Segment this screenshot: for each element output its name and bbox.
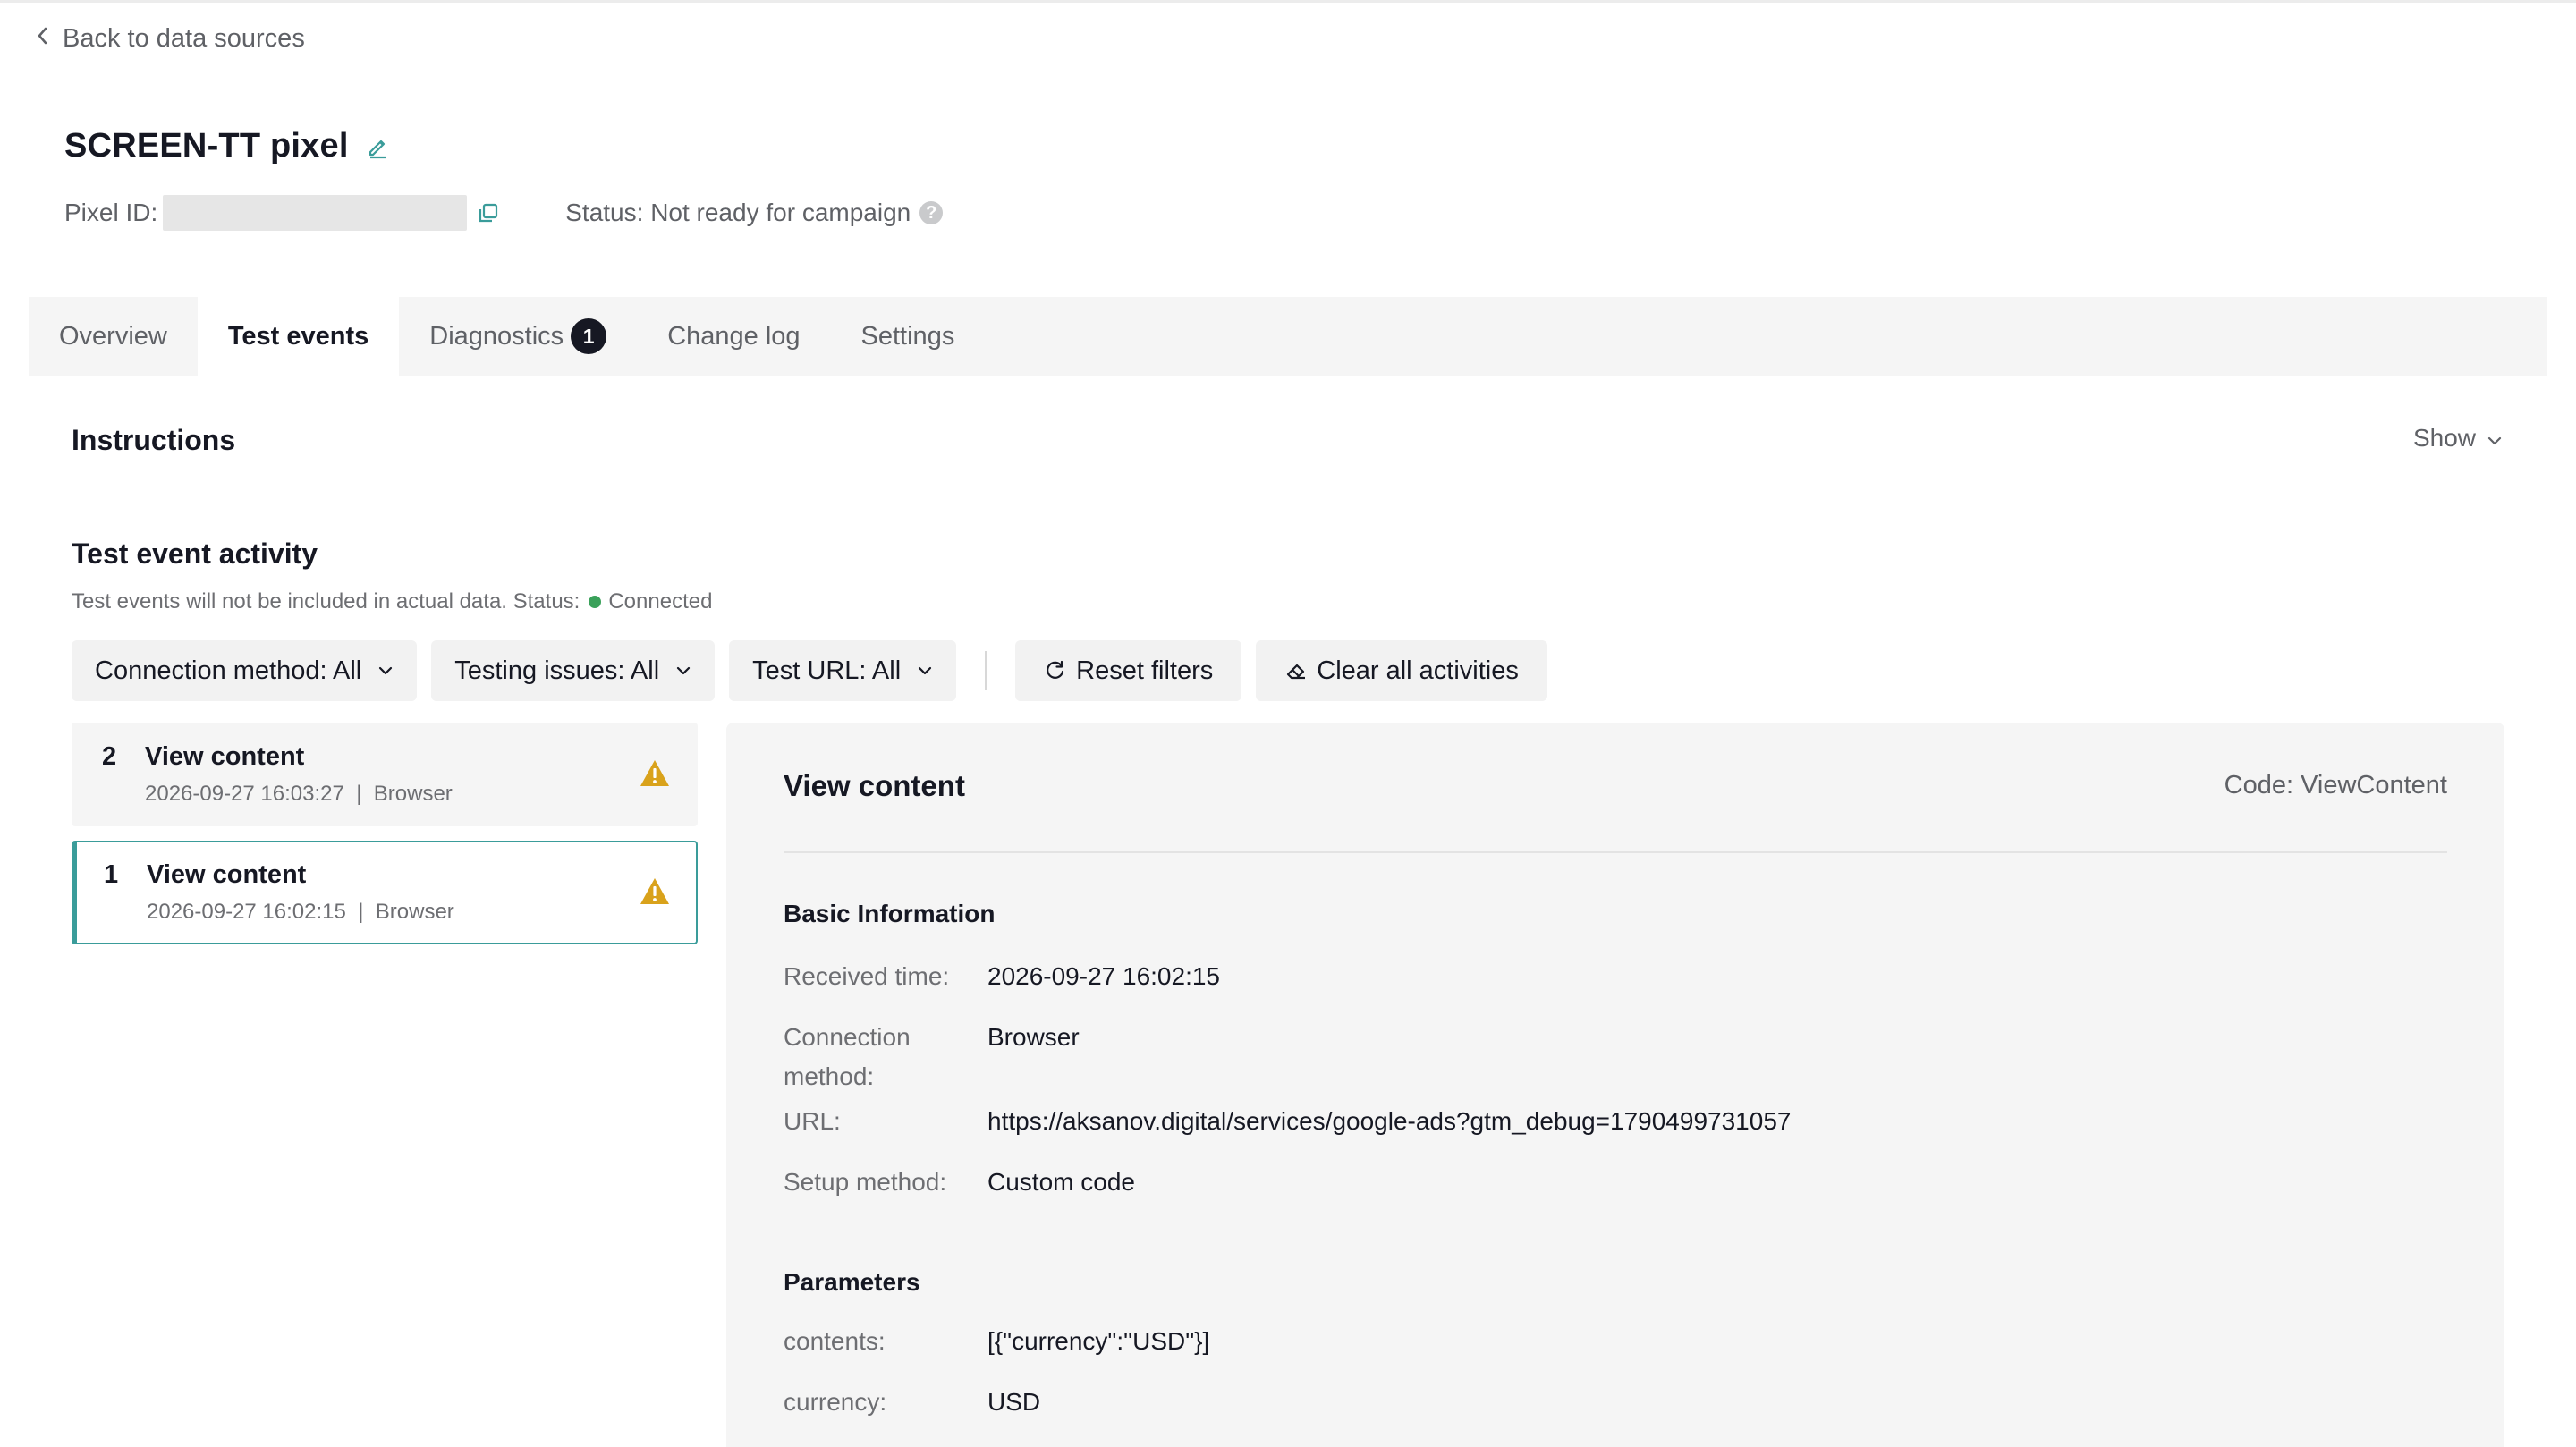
connected-status-dot <box>589 596 602 608</box>
reset-filters-button[interactable]: Reset filters <box>1015 640 1242 701</box>
refresh-icon <box>1046 660 1064 679</box>
clear-all-activities-label: Clear all activities <box>1317 656 1519 685</box>
connection-method-label: Connection method: <box>784 1023 911 1090</box>
event-list-item-selected[interactable]: 1 View content 2026-09-27 16:02:15 | Bro… <box>72 841 698 944</box>
back-link-label: Back to data sources <box>63 24 305 53</box>
filter-label: Connection method: All <box>95 656 362 685</box>
tab-test-events[interactable]: Test events <box>197 297 400 376</box>
chevron-down-icon <box>919 666 932 675</box>
tab-diagnostics[interactable]: Diagnostics 1 <box>399 297 637 376</box>
event-number: 1 <box>104 860 119 889</box>
url-value[interactable]: https://aksanov.digital/services/google-… <box>987 1102 1791 1141</box>
basic-information-heading: Basic Information <box>784 900 996 927</box>
event-list-item[interactable]: 2 View content 2026-09-27 16:03:27 | Bro… <box>72 723 698 826</box>
event-number: 2 <box>102 742 117 771</box>
parameters-heading: Parameters <box>784 1268 920 1296</box>
event-detail-panel: View content Code: ViewContent Basic Inf… <box>726 723 2504 1447</box>
event-code: Code: ViewContent <box>2224 771 2447 800</box>
page-title: SCREEN-TT pixel <box>64 127 349 165</box>
test-url-filter[interactable]: Test URL: All <box>729 640 957 701</box>
event-detail-title: View content <box>784 769 965 802</box>
setup-method-label: Setup method: <box>784 1168 947 1196</box>
received-time-label: Received time: <box>784 962 950 990</box>
pixel-id-redacted <box>163 195 468 231</box>
chevron-left-icon <box>36 24 50 54</box>
page-header: SCREEN-TT pixel <box>64 127 390 165</box>
eraser-icon <box>1287 664 1306 680</box>
pixel-status-text: Status: Not ready for campaign <box>565 199 911 226</box>
testing-issues-filter[interactable]: Testing issues: All <box>431 640 716 701</box>
connection-method-filter[interactable]: Connection method: All <box>72 640 418 701</box>
instructions-heading: Instructions <box>72 424 236 456</box>
tabs-bar: Overview Test events Diagnostics 1 Chang… <box>29 297 2547 376</box>
currency-value: USD <box>987 1388 1041 1416</box>
pixel-id-label: Pixel ID: <box>64 199 158 226</box>
test-event-activity-subtitle: Test events will not be included in actu… <box>72 589 712 614</box>
filter-bar: Connection method: All Testing issues: A… <box>72 640 1547 701</box>
instructions-show-toggle[interactable]: Show <box>2413 424 2503 453</box>
filter-label: Test URL: All <box>752 656 902 685</box>
help-question-icon[interactable]: ? <box>919 201 944 224</box>
back-to-data-sources-link[interactable]: Back to data sources <box>36 24 305 54</box>
chevron-down-icon <box>2487 424 2503 453</box>
warning-icon[interactable] <box>639 876 671 907</box>
tab-overview[interactable]: Overview <box>29 297 198 376</box>
filter-label: Testing issues: All <box>454 656 660 685</box>
detail-divider <box>784 851 2447 853</box>
diagnostics-count-badge: 1 <box>571 318 607 354</box>
reset-filters-label: Reset filters <box>1076 656 1214 685</box>
pixel-meta-row: Pixel ID: Status: Not ready for campaign… <box>64 195 944 231</box>
clear-all-activities-button[interactable]: Clear all activities <box>1256 640 1547 701</box>
setup-method-value: Custom code <box>987 1168 1135 1196</box>
contents-label: contents: <box>784 1327 886 1355</box>
contents-value: [{"currency":"USD"}] <box>987 1327 1210 1355</box>
copy-icon[interactable] <box>476 200 501 225</box>
warning-icon[interactable] <box>639 758 671 789</box>
tab-change-log[interactable]: Change log <box>637 297 830 376</box>
test-event-activity-heading: Test event activity <box>72 537 318 570</box>
chevron-down-icon <box>379 666 393 675</box>
url-label: URL: <box>784 1107 841 1135</box>
edit-pencil-icon[interactable] <box>365 134 390 159</box>
connection-status-text: Connected <box>608 589 713 613</box>
tab-settings[interactable]: Settings <box>831 297 986 376</box>
event-list: 2 View content 2026-09-27 16:03:27 | Bro… <box>72 723 698 959</box>
event-name: View content <box>145 742 305 771</box>
connection-method-value: Browser <box>987 1023 1080 1051</box>
event-meta: 2026-09-27 16:02:15 | Browser <box>147 900 454 924</box>
filter-divider <box>985 651 987 690</box>
top-divider <box>0 0 2576 3</box>
tab-label: Change log <box>667 321 801 351</box>
show-toggle-label: Show <box>2412 424 2476 452</box>
tab-label: Overview <box>59 321 167 351</box>
activity-subtitle-text: Test events will not be included in actu… <box>72 589 580 613</box>
tab-label: Test events <box>227 321 369 351</box>
tab-label: Settings <box>860 321 955 351</box>
event-meta: 2026-09-27 16:03:27 | Browser <box>145 782 453 806</box>
chevron-down-icon <box>677 666 691 675</box>
tab-label: Diagnostics <box>429 321 564 351</box>
currency-label: currency: <box>784 1388 887 1416</box>
received-time-value: 2026-09-27 16:02:15 <box>987 962 1220 990</box>
event-name: View content <box>147 860 307 889</box>
